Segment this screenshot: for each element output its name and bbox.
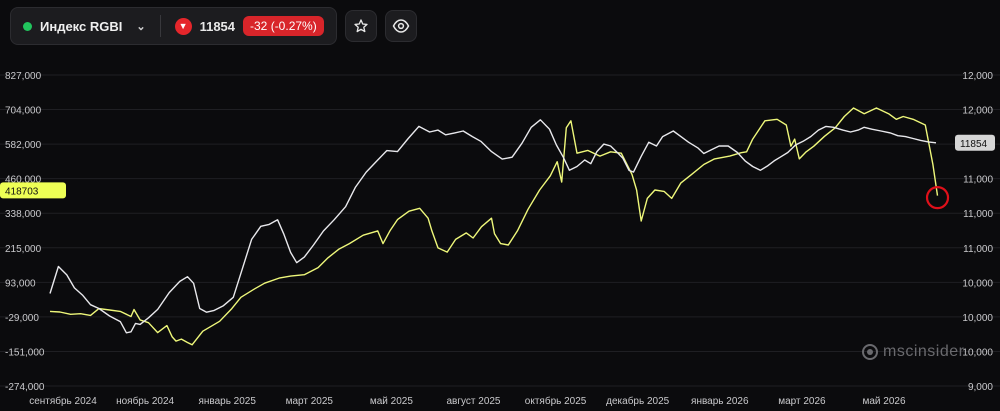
x-tick-label: март 2026 [778,396,826,407]
right-tick-label: 11,000 [963,209,993,220]
msc-logo-icon [862,344,878,360]
x-tick-label: январь 2025 [198,396,256,407]
chart-series [49,107,939,346]
right-axis: 12,00012,00012,00011,00011,00011,00010,0… [962,71,993,393]
left-axis: 827,000704,000582,000460,000338,000215,0… [5,71,45,393]
left-tick-label: -151,000 [5,347,45,358]
x-tick-label: август 2025 [446,396,500,407]
x-tick-label: май 2025 [370,396,413,407]
x-tick-label: январь 2026 [691,396,749,407]
left-tick-label: 827,000 [5,71,42,82]
highlight-circle [925,186,950,210]
x-tick-label: декабрь 2025 [606,395,670,407]
left-tick-label: 582,000 [5,140,42,151]
x-tick-label: май 2026 [862,396,905,407]
right-tick-label: 9,000 [968,382,993,393]
right-marker-label: 11854 [960,139,988,150]
right-tick-label: 12,000 [962,71,993,82]
right-tick-label: 12,000 [962,106,993,117]
x-tick-label: октябрь 2025 [525,395,587,407]
right-tick-label: 10,000 [962,278,993,289]
axis-markers: 418703 11854 [0,134,995,210]
watermark: mscinsider [862,343,964,361]
chart-grid [0,74,1000,387]
price-chart[interactable]: 827,000704,000582,000460,000338,000215,0… [0,0,1000,411]
left-tick-label: -29,000 [5,313,39,324]
right-tick-label: 11,000 [963,175,993,186]
x-tick-label: март 2025 [286,396,334,407]
watermark-text: mscinsider [883,343,965,360]
left-tick-label: 215,000 [5,244,42,255]
left-tick-label: 704,000 [5,106,42,117]
left-marker-label: 418703 [5,186,39,197]
x-tick-label: сентябрь 2024 [29,395,97,407]
left-tick-label: 338,000 [5,209,42,220]
series-line-left-axis [49,107,939,346]
x-axis: сентябрь 2024 ноябрь 2024 январь 2025 март … [29,395,906,407]
x-tick-label: ноябрь 2024 [116,395,174,407]
right-tick-label: 10,000 [962,347,993,358]
right-tick-label: 10,000 [962,313,993,324]
right-tick-label: 11,000 [963,244,993,255]
left-tick-label: -274,000 [5,382,45,393]
left-tick-label: 93,000 [5,278,36,289]
